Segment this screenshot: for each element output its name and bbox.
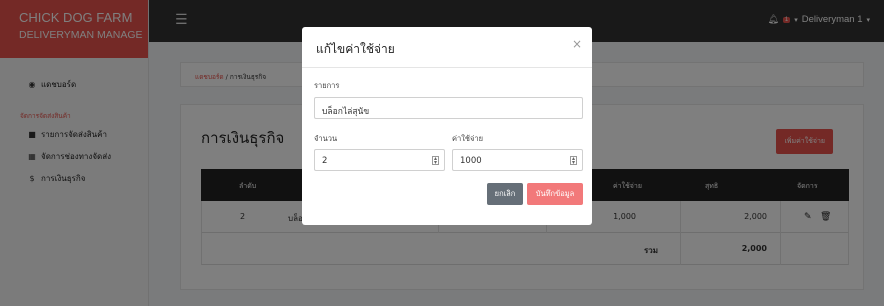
qty-stepper[interactable]: ▴ ▾ bbox=[432, 156, 439, 166]
qty-label: จำนวน bbox=[314, 134, 338, 143]
cost-input-value: 1000 bbox=[460, 156, 482, 166]
save-button[interactable]: บันทึกข้อมูล bbox=[527, 183, 583, 205]
qty-input-value: 2 bbox=[322, 156, 328, 166]
cost-stepper[interactable]: ▴ ▾ bbox=[570, 156, 577, 166]
close-icon[interactable]: × bbox=[572, 37, 582, 51]
item-input[interactable]: บล็อกไล่สุนัข bbox=[314, 97, 583, 119]
modal-divider bbox=[302, 67, 592, 68]
edit-expense-modal: แก้ไขค่าใช้จ่าย × รายการ บล็อกไล่สุนัข จ… bbox=[302, 27, 592, 225]
cost-label: ค่าใช้จ่าย bbox=[452, 134, 483, 143]
cost-input[interactable]: 1000 ▴ ▾ bbox=[452, 149, 583, 171]
modal-title: แก้ไขค่าใช้จ่าย bbox=[316, 42, 395, 56]
item-input-value: บล็อกไล่สุนัข bbox=[322, 107, 370, 117]
item-label: รายการ bbox=[314, 81, 340, 90]
qty-input[interactable]: 2 ▴ ▾ bbox=[314, 149, 445, 171]
cancel-button[interactable]: ยกเลิก bbox=[487, 183, 523, 205]
